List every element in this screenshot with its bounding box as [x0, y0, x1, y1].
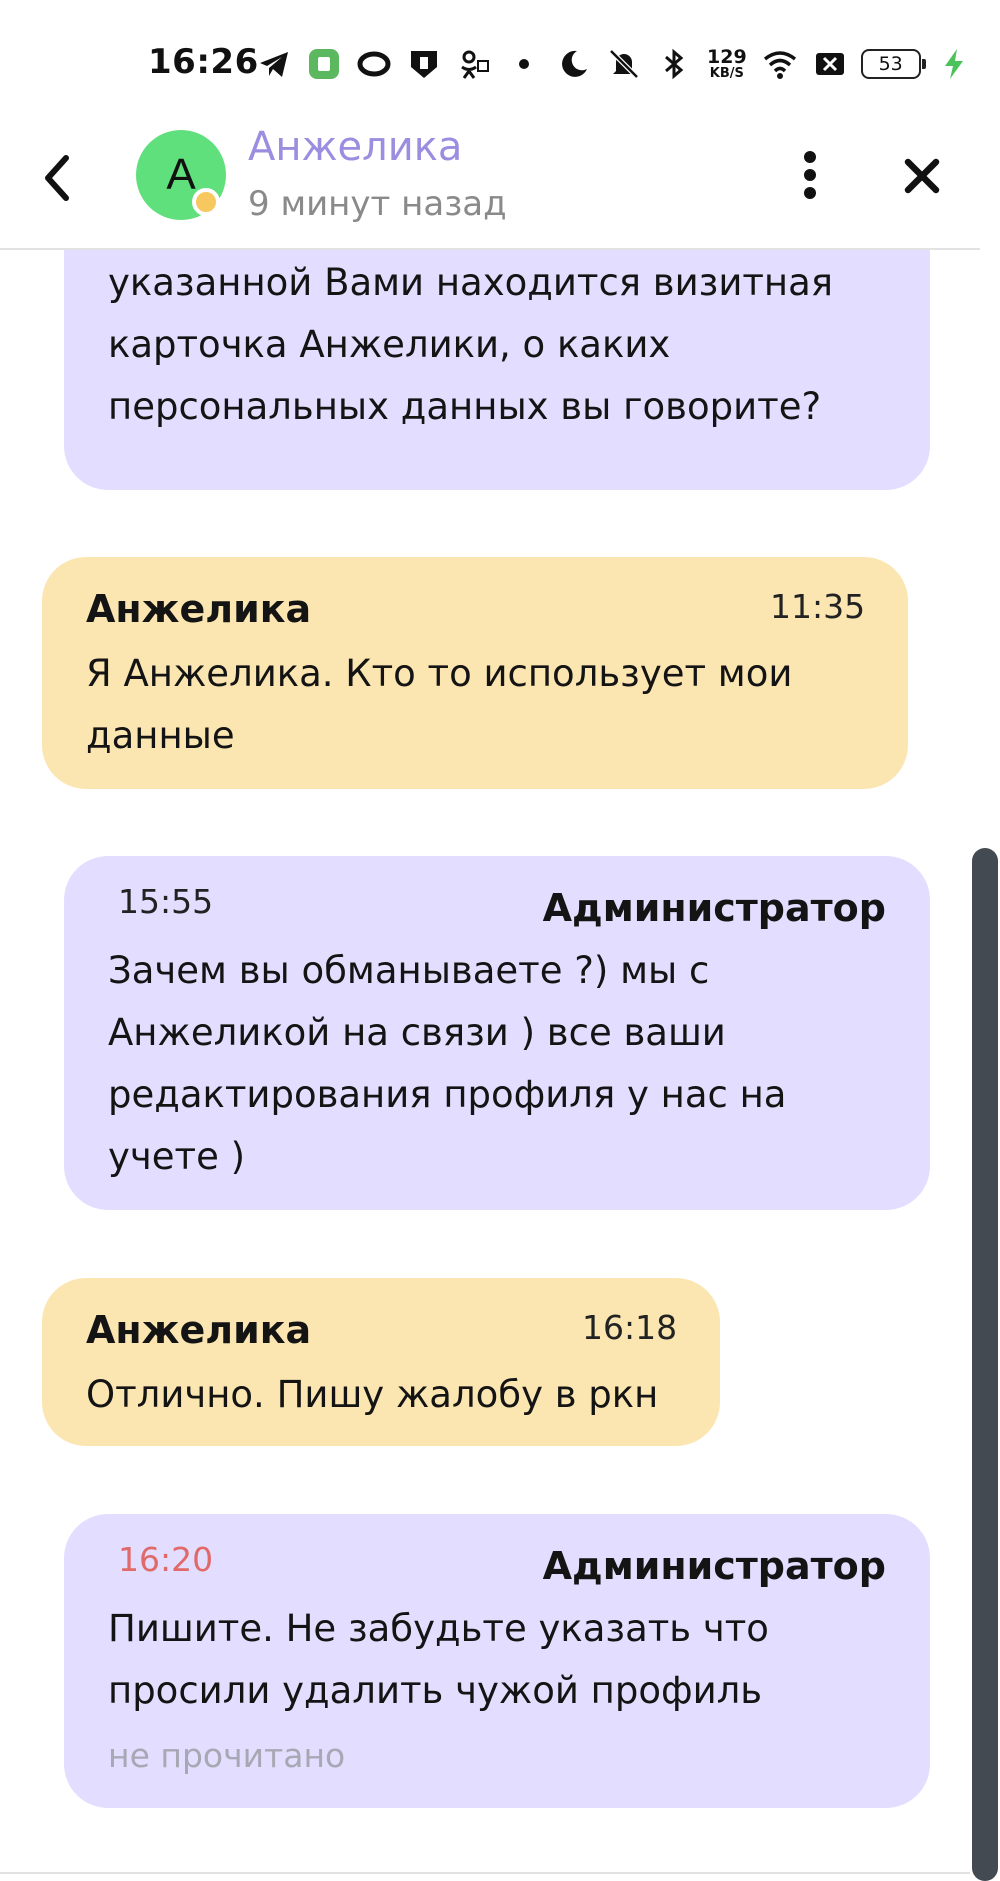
more-options-button[interactable]	[792, 150, 828, 200]
message-time: 15:55	[118, 882, 214, 921]
close-icon	[904, 158, 940, 194]
bluetooth-icon	[655, 45, 693, 83]
message-author: Администратор	[542, 1544, 886, 1588]
app-icon	[305, 45, 343, 83]
bell-muted-icon	[605, 45, 643, 83]
message-author: Анжелика	[86, 587, 312, 631]
message-bubble[interactable]: 16:20 Администратор Пишите. Не забудьте …	[64, 1514, 930, 1808]
avatar-letter: A	[166, 150, 196, 199]
message-bubble[interactable]: Анжелика 11:35 Я Анжелика. Кто то исполь…	[42, 557, 908, 789]
message-text: Зачем вы обманываете ?) мы с Анжеликой н…	[108, 949, 787, 1178]
moon-icon	[555, 45, 593, 83]
message-bubble[interactable]: 15:55 Администратор Зачем вы обманываете…	[64, 856, 930, 1210]
message-author: Анжелика	[86, 1308, 312, 1352]
charging-icon	[935, 45, 973, 83]
message-text: Пишите. Не забудьте указать что просили …	[108, 1607, 769, 1712]
sim-x-icon	[811, 45, 849, 83]
status-bar: 16:26 129 KB/S 53	[0, 0, 1000, 120]
contact-name[interactable]: Анжелика	[248, 124, 462, 170]
back-button[interactable]	[36, 148, 80, 208]
message-time: 11:35	[770, 587, 866, 626]
dot-icon	[505, 45, 543, 83]
network-speed: 129 KB/S	[707, 46, 747, 81]
chat-header: A Анжелика 9 минут назад	[0, 120, 980, 250]
message-list[interactable]: Здравствуйте Сергей, по ссылке указанной…	[0, 0, 980, 1881]
status-time: 16:26	[148, 42, 259, 82]
message-author: Администратор	[542, 886, 886, 930]
scrollbar[interactable]	[972, 848, 998, 1881]
divider	[0, 1872, 970, 1874]
circle-app-icon	[355, 45, 393, 83]
message-text: Я Анжелика. Кто то использует мои данные	[86, 652, 793, 757]
shield-app-icon	[405, 45, 443, 83]
wifi-icon	[761, 45, 799, 83]
more-vertical-icon	[804, 151, 816, 199]
message-bubble[interactable]: Анжелика 16:18 Отлично. Пишу жалобу в рк…	[42, 1278, 720, 1446]
message-time: 16:18	[582, 1308, 678, 1347]
telegram-icon	[255, 45, 293, 83]
online-status-dot	[192, 188, 220, 216]
chat-screen: Здравствуйте Сергей, по ссылке указанной…	[0, 0, 1000, 1881]
read-receipt: не прочитано	[108, 1736, 346, 1775]
message-text: Отлично. Пишу жалобу в ркн	[86, 1373, 659, 1416]
last-seen-status: 9 минут назад	[248, 184, 507, 224]
status-icons: 129 KB/S 53	[255, 44, 973, 84]
battery-icon: 53	[860, 49, 926, 79]
message-time: 16:20	[118, 1540, 214, 1579]
close-button[interactable]	[902, 156, 942, 196]
ok-icon	[455, 45, 493, 83]
chevron-left-icon	[45, 155, 69, 201]
